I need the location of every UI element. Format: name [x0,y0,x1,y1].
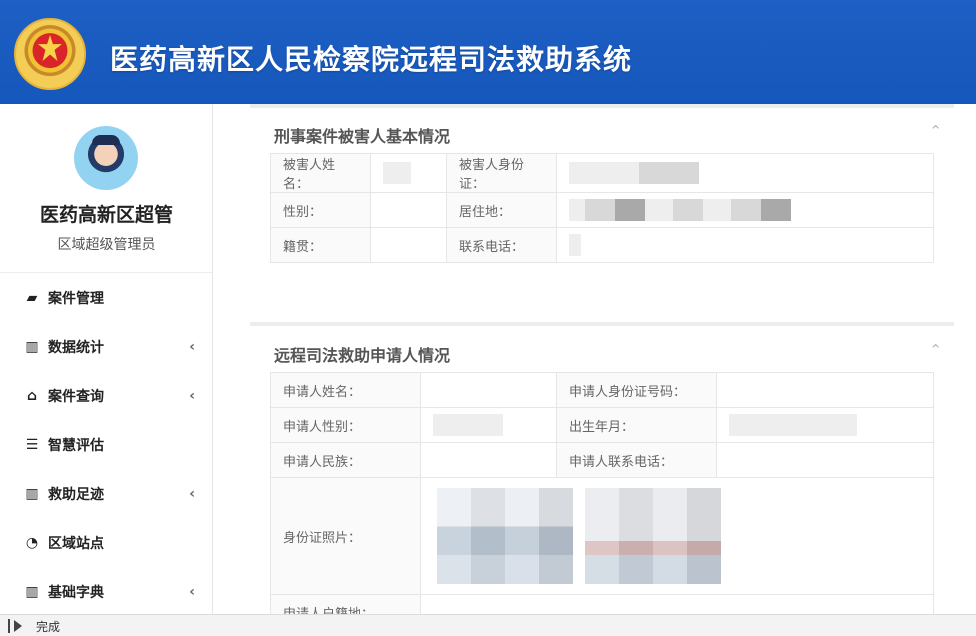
sidebar-item-label: 案件查询 [48,389,104,405]
table-cell: 被害人姓名： [270,153,371,193]
sidebar-item-assistance-footprint[interactable]: ▥ 救助足迹 ‹ [0,470,213,518]
table-cell [370,153,447,193]
table-row: 申请人姓名： 申请人身份证号码： [270,372,934,408]
section-divider [250,322,954,326]
table-cell: 籍贯： [270,227,371,263]
table-cell: 申请人民族： [270,442,421,478]
table-cell [370,227,447,263]
sidebar-item-label: 智慧评估 [48,438,104,454]
sidebar: 医药高新区超管 区域超级管理员 ▰ 案件管理 ▥ 数据统计 ‹ ⌂ 案件查询 ‹… [0,104,213,616]
table-cell: 被害人身份证： [446,153,557,193]
table-cell: 身份证照片： [270,477,421,595]
table-cell: 申请人户籍地： [270,594,421,616]
table-cell: 申请人性别： [270,407,421,443]
table-cell: 出生年月： [556,407,717,443]
emblem-icon [14,18,86,90]
book-icon: ▰ [26,290,38,306]
table-row: 籍贯： 联系电话： [270,227,934,263]
page-title: 医药高新区人民检察院远程司法救助系统 [110,43,633,76]
table-cell [370,192,447,228]
sidebar-item-label: 基础字典 [48,585,104,601]
table-cell [716,372,934,408]
applicant-section-title: 远程司法救助申请人情况 [274,346,451,365]
applicant-info-table: 申请人姓名： 申请人身份证号码： 申请人性别： 出生年月： 申请人民族： 申请人… [270,372,934,616]
avatar [74,126,138,190]
table-cell [420,407,557,443]
victim-section-title: 刑事案件被害人基本情况 [274,127,451,146]
user-name: 医药高新区超管 [39,204,173,226]
table-row: 申请人民族： 申请人联系电话： [270,442,934,478]
id-photo-back [585,488,722,584]
chevron-left-icon: ‹ [189,339,195,355]
home-icon: ⌂ [26,388,38,404]
table-cell: 申请人联系电话： [556,442,717,478]
table-cell [716,407,934,443]
table-cell [420,594,934,616]
table-cell: 申请人身份证号码： [556,372,717,408]
sidebar-item-label: 数据统计 [48,340,104,356]
table-cell [556,153,934,193]
table-cell [420,477,934,595]
sidebar-item-regional-sites[interactable]: ◔ 区域站点 [0,519,213,567]
sidebar-divider [0,272,213,273]
status-text: 完成 [36,620,61,634]
table-cell [420,372,557,408]
table-cell [556,192,934,228]
user-role: 区域超级管理员 [57,237,156,253]
collapse-icon[interactable]: ⌃ [929,122,942,140]
sidebar-item-case-management[interactable]: ▰ 案件管理 [0,274,213,322]
table-cell: 联系电话： [446,227,557,263]
chevron-left-icon: ‹ [189,388,195,404]
victim-info-table: 被害人姓名： 被害人身份证： 性别： 居住地： 籍贯： 联系电话： [270,153,934,263]
table-cell: 申请人姓名： [270,372,421,408]
table-cell: 性别： [270,192,371,228]
sidebar-item-label: 区域站点 [48,536,104,552]
play-icon [8,619,22,633]
sidebar-item-base-dictionary[interactable]: ▥ 基础字典 ‹ [0,568,213,616]
sidebar-item-smart-evaluation[interactable]: ☰ 智慧评估 [0,421,213,469]
id-photo-front [437,488,573,584]
dashboard-icon: ◔ [25,535,39,551]
table-row: 性别： 居住地： [270,192,934,228]
app-header: 医药高新区人民检察院远程司法救助系统 [0,0,976,104]
table-row: 身份证照片： [270,477,934,595]
list-icon: ☰ [25,437,39,453]
chevron-left-icon: ‹ [189,486,195,502]
section-top-divider [250,104,954,108]
table-row: 申请人性别： 出生年月： [270,407,934,443]
map-icon: ▥ [25,486,39,502]
table-cell [556,227,934,263]
table-cell: 居住地： [446,192,557,228]
sidebar-item-statistics[interactable]: ▥ 数据统计 ‹ [0,323,213,371]
chevron-left-icon: ‹ [189,584,195,600]
table-cell [716,442,934,478]
collapse-icon[interactable]: ⌃ [929,341,942,359]
sidebar-item-label: 救助足迹 [48,487,104,503]
table-cell [420,442,557,478]
table-row: 被害人姓名： 被害人身份证： [270,153,934,193]
main-content: 刑事案件被害人基本情况 ⌃ 被害人姓名： 被害人身份证： 性别： 居住地： 籍贯… [214,104,976,616]
table-row: 申请人户籍地： [270,594,934,616]
sidebar-item-case-query[interactable]: ⌂ 案件查询 ‹ [0,372,213,420]
sidebar-item-label: 案件管理 [48,291,104,307]
map-icon: ▥ [25,584,39,600]
status-bar: 完成 [0,614,976,636]
map-icon: ▥ [25,339,39,355]
